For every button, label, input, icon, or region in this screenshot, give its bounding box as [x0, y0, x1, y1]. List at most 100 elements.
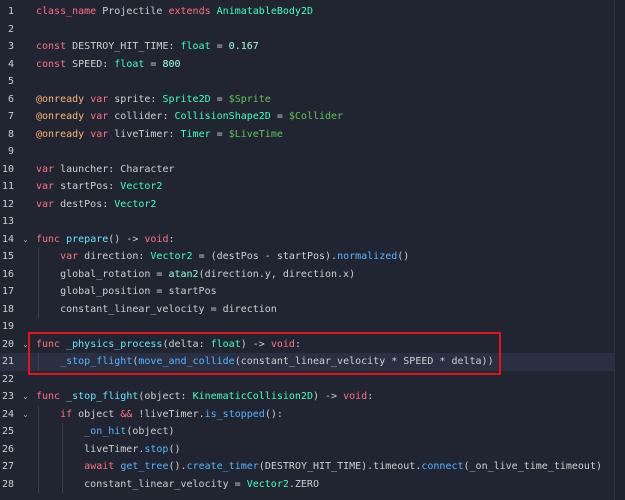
code-token: destPos:: [54, 198, 115, 210]
code-line[interactable]: 2: [0, 21, 625, 39]
line-number: 23: [1, 391, 14, 402]
code-token: float: [210, 338, 241, 350]
code-token: const: [36, 58, 67, 70]
code-line[interactable]: 9: [0, 143, 625, 161]
fold-chevron-icon[interactable]: ⌄: [21, 336, 30, 354]
code-token: liveTimer:: [108, 128, 181, 140]
code-token: (object): [126, 426, 175, 437]
code-line[interactable]: 21 _stop_flight(move_and_collide(constan…: [0, 353, 625, 371]
code-line[interactable]: 25 _on_hit(object): [0, 423, 625, 441]
code-line[interactable]: 6 @onready var sprite: Sprite2D = $Sprite: [0, 91, 625, 109]
code-line[interactable]: 19: [0, 318, 625, 336]
code-token: void: [144, 233, 169, 245]
code-token: =: [144, 58, 163, 70]
line-number: 6: [7, 93, 14, 105]
fold-chevron-icon[interactable]: ⌄: [21, 388, 30, 406]
code-token: startPos:: [54, 181, 121, 192]
code-line[interactable]: 28 constant_linear_velocity = Vector2.ZE…: [0, 476, 625, 494]
code-token: DESTROY_HIT_TIME:: [66, 41, 181, 52]
line-number: 28: [1, 478, 14, 490]
code-line[interactable]: 20 ⌄ func _physics_process(delta: float) -…: [0, 336, 625, 354]
code-line[interactable]: 7 @onready var collider: CollisionShape2D…: [0, 108, 625, 126]
code-line[interactable]: 4 const SPEED: float = 800: [0, 56, 625, 74]
code-line[interactable]: 23 ⌄ func _stop_flight(object: KinematicCo…: [0, 388, 625, 406]
line-number: 1: [7, 6, 14, 17]
line-number: 2: [7, 23, 14, 35]
fold-chevron-icon[interactable]: ⌄: [21, 231, 30, 249]
code-token: AnimatableBody2D: [216, 6, 313, 17]
code-token: CollisionShape2D: [174, 111, 271, 122]
code-text: func _stop_flight(object: KinematicColli…: [36, 388, 373, 406]
code-line[interactable]: 18 constant_linear_velocity = direction: [0, 301, 625, 319]
code-line[interactable]: 16 global_rotation = atan2(direction.y, …: [0, 266, 625, 284]
code-text: await get_tree().create_timer(DESTROY_HI…: [36, 458, 602, 476]
code-token: class_name: [36, 6, 97, 17]
indent-guide: [62, 423, 63, 493]
code-token: SPEED:: [66, 58, 115, 70]
line-number: 16: [1, 268, 14, 280]
line-number: 9: [7, 146, 14, 157]
code-line[interactable]: 15 var direction: Vector2 = (destPos - s…: [0, 248, 625, 266]
code-token: func: [36, 338, 61, 350]
code-token: _stop_flight: [66, 391, 139, 402]
code-token: (): [168, 443, 181, 455]
code-text: const DESTROY_HIT_TIME: float = 0.167: [36, 38, 259, 56]
code-token: .ZERO: [288, 478, 319, 490]
code-line[interactable]: 22: [0, 371, 625, 389]
code-token: void: [343, 391, 368, 402]
code-token: 0.167: [228, 41, 259, 52]
line-number: 20: [1, 338, 14, 350]
code-token: prepare: [66, 233, 109, 245]
code-token: float: [180, 41, 211, 52]
fold-chevron-icon[interactable]: ⌄: [21, 406, 30, 424]
code-token: liveTimer.: [36, 443, 145, 455]
code-token: await: [84, 461, 115, 472]
code-line[interactable]: 13: [0, 213, 625, 231]
code-line[interactable]: 3 const DESTROY_HIT_TIME: float = 0.167: [0, 38, 625, 56]
code-line[interactable]: 27 await get_tree().create_timer(DESTROY…: [0, 458, 625, 476]
code-text: @onready var sprite: Sprite2D = $Sprite: [36, 91, 271, 109]
code-token: _stop_flight: [60, 356, 133, 367]
code-token: (constant_linear_velocity * SPEED * delt…: [234, 356, 494, 367]
line-number: 4: [7, 58, 14, 70]
code-token: Vector2: [246, 478, 289, 490]
line-number: 18: [1, 303, 14, 315]
code-token: Vector2: [150, 251, 193, 262]
code-token: =: [210, 128, 229, 140]
code-token: direction:: [78, 251, 151, 262]
line-number: 11: [1, 181, 14, 192]
code-line[interactable]: 17 global_position = startPos: [0, 283, 625, 301]
code-line[interactable]: 1 class_name Projectile extends Animatabl…: [0, 3, 625, 21]
line-number: 19: [1, 321, 14, 332]
code-editor[interactable]: 1 class_name Projectile extends Animatabl…: [0, 0, 625, 500]
code-token: func: [36, 391, 61, 402]
code-line[interactable]: 10 var launcher: Character: [0, 161, 625, 179]
indent-guide: [38, 353, 39, 371]
code-token: (direction.y, direction.x): [198, 268, 356, 280]
code-token: float: [114, 58, 145, 70]
code-line[interactable]: 11 var startPos: Vector2: [0, 178, 625, 196]
code-text: var direction: Vector2 = (destPos - star…: [36, 248, 409, 266]
code-token: = (destPos - startPos).: [192, 251, 338, 262]
code-text: var startPos: Vector2: [36, 178, 162, 196]
code-token: launcher:: [54, 163, 121, 175]
code-token: constant_linear_velocity =: [36, 478, 247, 490]
code-line[interactable]: 26 liveTimer.stop(): [0, 441, 625, 459]
vertical-scrollbar[interactable]: [614, 0, 625, 500]
code-token: &&: [120, 408, 133, 420]
code-text: @onready var collider: CollisionShape2D …: [36, 108, 343, 126]
code-text: global_rotation = atan2(direction.y, dir…: [36, 266, 355, 284]
code-line[interactable]: 12 var destPos: Vector2: [0, 196, 625, 214]
code-line[interactable]: 8 @onready var liveTimer: Timer = $LiveTi…: [0, 126, 625, 144]
code-line[interactable]: 5: [0, 73, 625, 91]
code-line[interactable]: 24 ⌄ if object && !liveTimer.is_stopped()…: [0, 406, 625, 424]
code-token: _physics_process: [66, 338, 163, 350]
code-token: sprite:: [108, 93, 163, 105]
code-token: create_timer: [186, 461, 259, 472]
code-token: connect: [421, 461, 464, 472]
code-line[interactable]: 14 ⌄ func prepare() -> void:: [0, 231, 625, 249]
